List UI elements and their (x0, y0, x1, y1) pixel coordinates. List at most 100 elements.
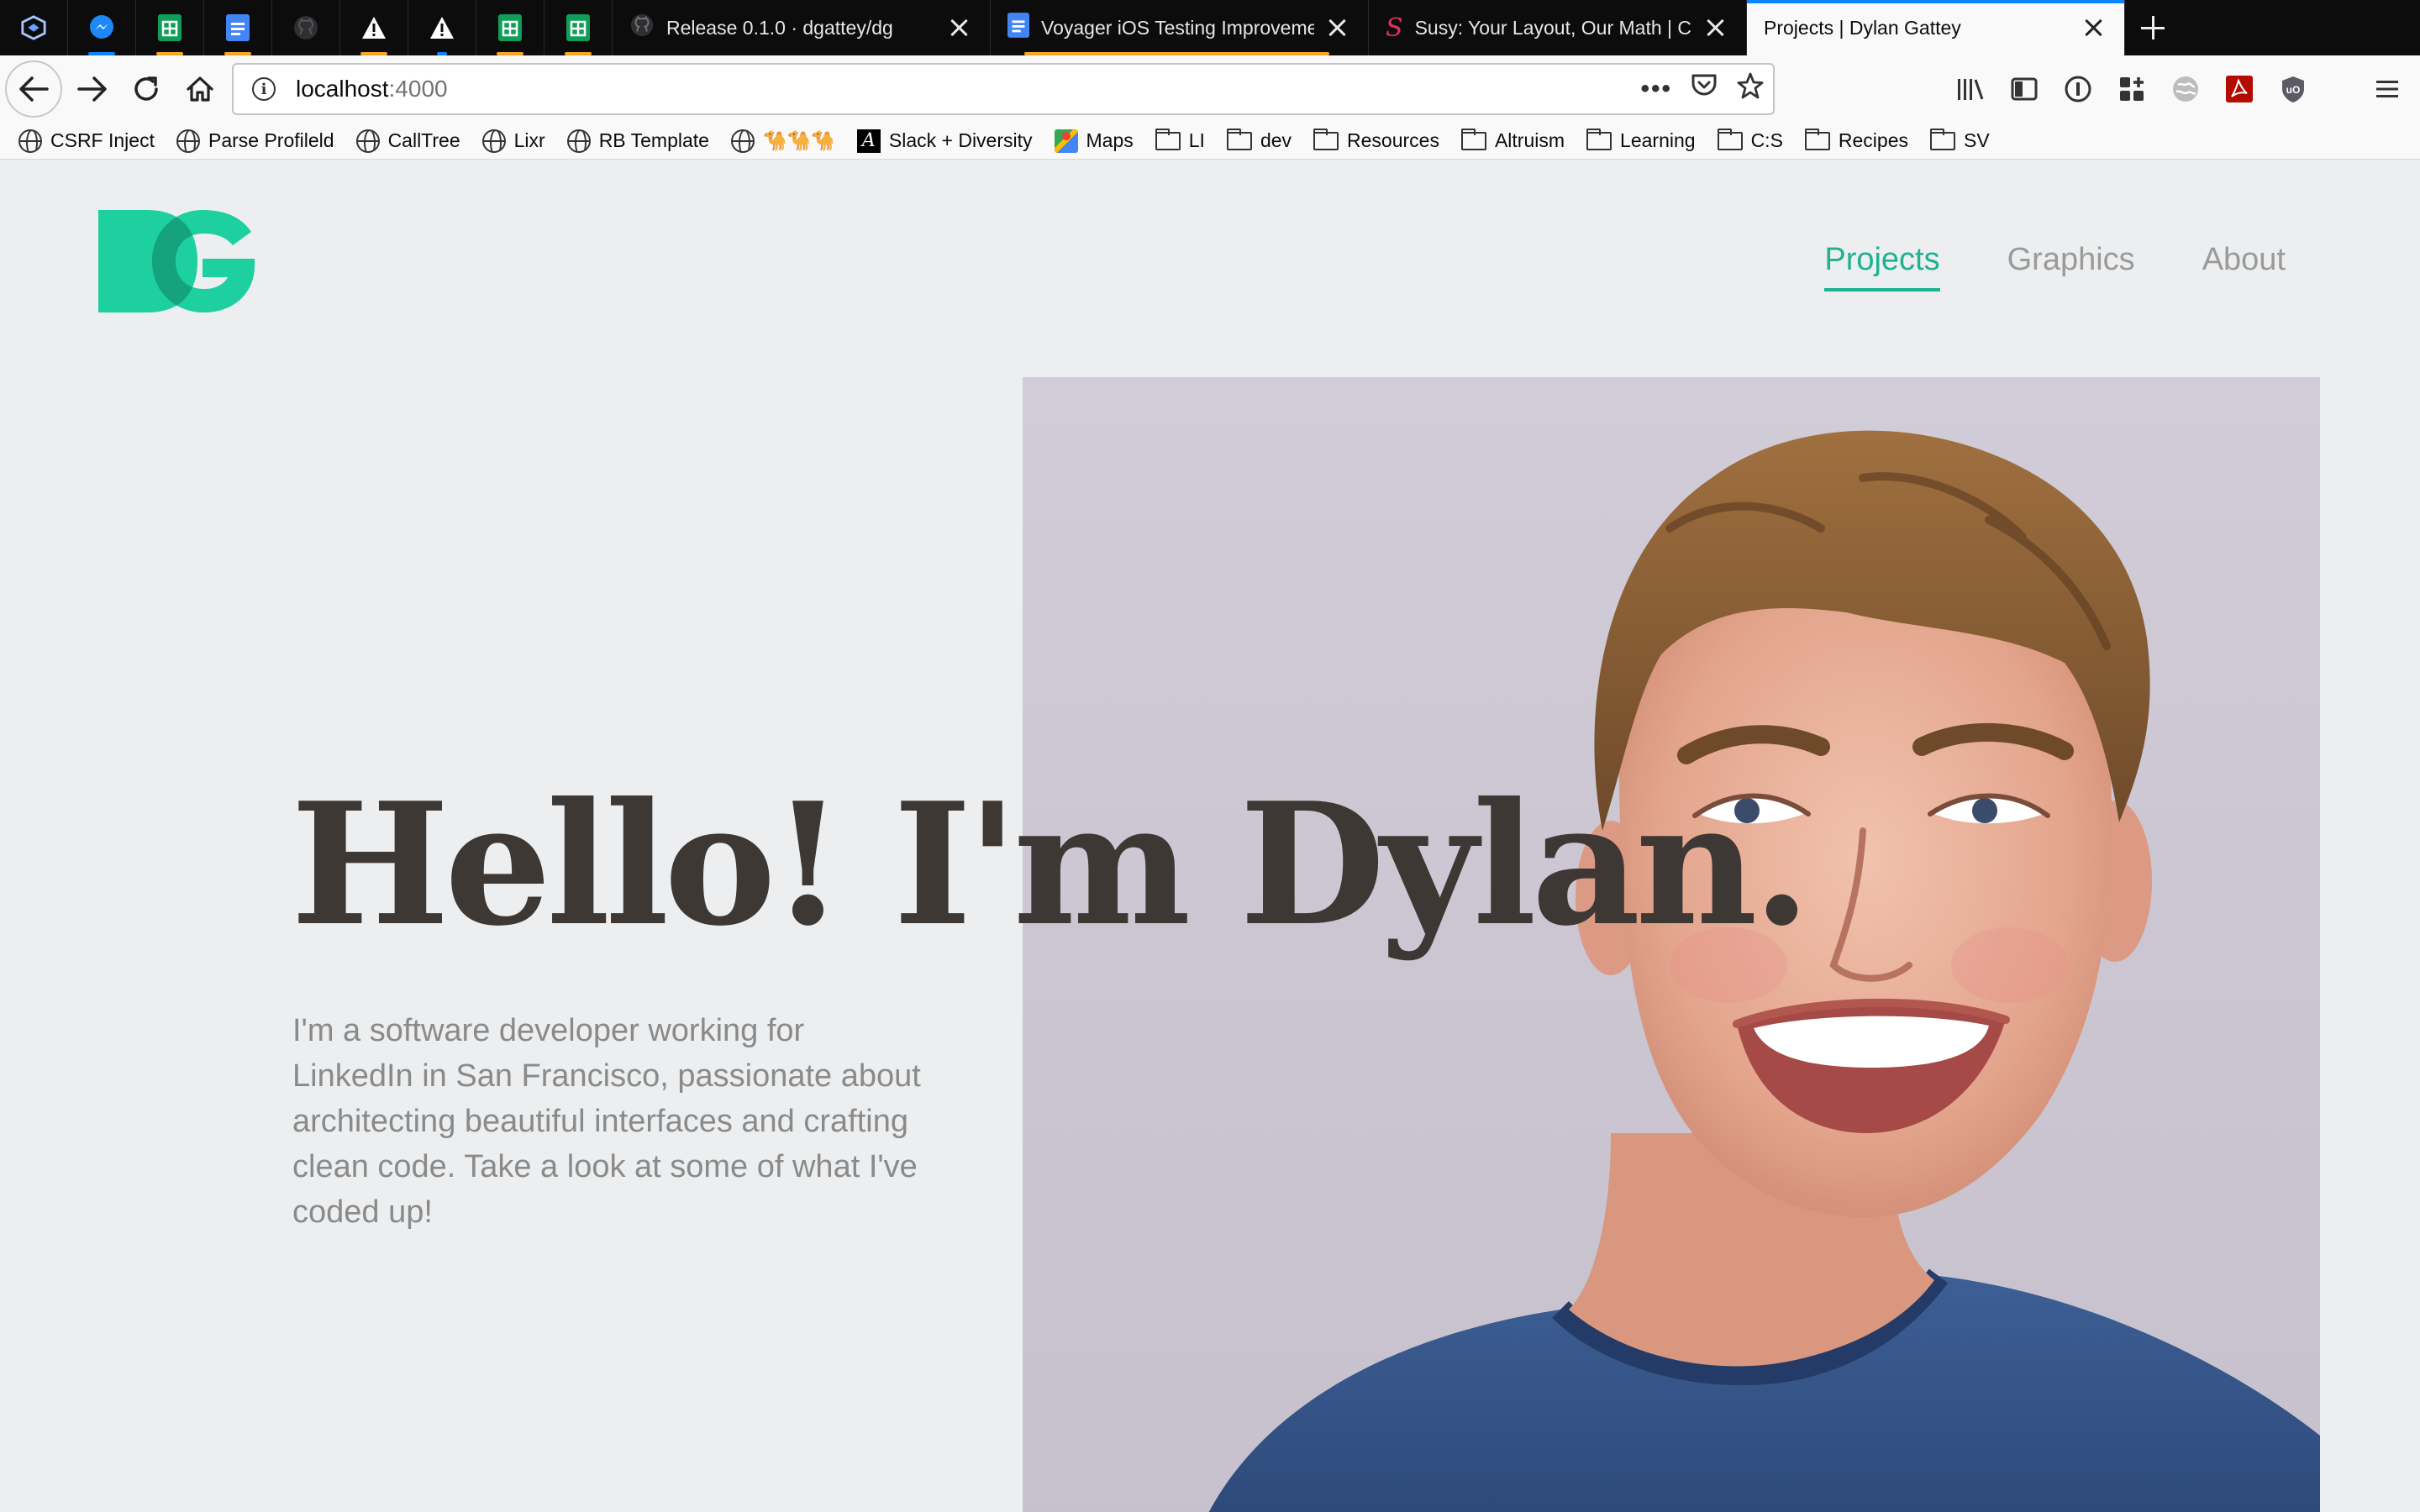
url-text[interactable]: localhost:4000 (296, 76, 448, 102)
hero-headline: Hello! I'm Dylan. (291, 766, 1811, 963)
bookmark-item[interactable]: A Slack + Diversity (856, 129, 1033, 153)
bookmark-item[interactable]: 🐪🐪🐪 (730, 129, 835, 153)
bookmarks-toolbar: CSRF Inject Parse Profileld CallTree Lixr RB… (0, 123, 2420, 160)
ublock-shield-icon[interactable]: uO (2279, 75, 2307, 103)
back-button[interactable] (5, 60, 62, 118)
pinned-tab-github[interactable] (272, 0, 340, 55)
folder-icon (1226, 128, 1252, 150)
susy-icon: S (1386, 13, 1403, 43)
page-actions-icon[interactable]: ••• (1640, 75, 1672, 103)
bookmark-star-icon[interactable] (1736, 71, 1765, 107)
library-icon[interactable] (1956, 75, 1985, 103)
site-info-icon[interactable]: i (252, 77, 276, 101)
bookmark-item[interactable]: CallTree (355, 129, 460, 153)
hamburger-menu-icon[interactable] (2373, 75, 2402, 103)
url-port: :4000 (388, 76, 448, 102)
bookmark-item[interactable]: Altruism (1460, 128, 1565, 152)
nav-graphics[interactable]: Graphics (2007, 242, 2135, 291)
globe-icon (18, 129, 42, 153)
github-icon (292, 14, 319, 41)
home-button[interactable] (173, 62, 227, 116)
tab-voyager[interactable]: Voyager iOS Testing Improveme (991, 0, 1369, 55)
bookmark-label: LI (1188, 129, 1205, 151)
close-tab-icon[interactable] (1702, 15, 1728, 40)
folder-icon (1930, 128, 1956, 150)
bookmark-label: CSRF Inject (50, 129, 155, 151)
apps-grid-icon[interactable] (2118, 75, 2146, 103)
nav-projects[interactable]: Projects (1824, 242, 1940, 291)
pinned-tab-warning-2[interactable] (408, 0, 476, 55)
sidebar-icon[interactable] (2010, 75, 2039, 103)
google-docs-icon (224, 14, 251, 41)
folder-icon (1460, 128, 1486, 150)
bookmark-item[interactable]: Recipes (1804, 128, 1908, 152)
svg-text:uO: uO (2286, 84, 2301, 96)
bookmark-label: RB Template (598, 129, 709, 151)
bookmark-item[interactable]: Parse Profileld (176, 129, 334, 153)
bookmark-item[interactable]: SV (1930, 128, 1990, 152)
site-nav: Projects Graphics About (1824, 242, 2286, 291)
bookmark-label: Lixr (513, 129, 545, 151)
bookmark-label: 🐪🐪🐪 (762, 129, 835, 151)
close-tab-icon[interactable] (2081, 15, 2106, 40)
bookmark-label: Maps (1086, 129, 1134, 151)
pinned-tab-sheets-1[interactable] (136, 0, 204, 55)
close-tab-icon[interactable] (946, 15, 971, 40)
pinned-tab-account-container[interactable] (0, 0, 68, 55)
web-page: Projects Graphics About Hello! I'm Dylan… (0, 160, 2420, 1512)
messenger-icon (88, 14, 115, 41)
bookmark-item[interactable]: Resources (1313, 128, 1439, 152)
tab-release[interactable]: Release 0.1.0 · dgattey/dg (613, 0, 991, 55)
bookmark-label: Learning (1620, 129, 1696, 151)
bookmark-item[interactable]: C:S (1717, 128, 1783, 152)
google-sheets-icon (565, 14, 592, 41)
bookmark-item[interactable]: Lixr (481, 129, 545, 153)
globe-icon (481, 129, 506, 153)
tab-title: Release 0.1.0 · dgattey/dg (666, 16, 893, 39)
pinned-tab-sheets-3[interactable] (544, 0, 613, 55)
bookmark-label: CallTree (387, 129, 460, 151)
intro-paragraph: I'm a software developer working for Lin… (292, 1013, 921, 1230)
github-icon (629, 13, 655, 43)
bookmark-label: dev (1260, 129, 1292, 151)
tab-title: Projects | Dylan Gattey (1764, 16, 1961, 39)
arrow-left-icon (19, 76, 49, 102)
globe-icon (176, 129, 200, 153)
tab-projects-active[interactable]: Projects | Dylan Gattey (1747, 0, 2125, 55)
google-sheets-icon (497, 14, 523, 41)
url-host: localhost (296, 76, 389, 102)
home-icon (187, 76, 213, 102)
close-tab-icon[interactable] (1324, 15, 1349, 40)
bookmark-label: Resources (1347, 129, 1439, 151)
bookmark-label: Parse Profileld (208, 129, 334, 151)
bookmark-item[interactable]: LI (1155, 128, 1205, 152)
pinned-tab-docs[interactable] (204, 0, 272, 55)
bookmark-item[interactable]: CSRF Inject (18, 129, 155, 153)
nav-about[interactable]: About (2202, 242, 2286, 291)
pinned-tab-sheets-2[interactable] (476, 0, 544, 55)
vpn-globe-icon[interactable] (2171, 75, 2200, 103)
new-tab-button[interactable] (2125, 0, 2181, 55)
reload-button[interactable] (119, 62, 173, 116)
pinned-tab-warning-1[interactable] (340, 0, 408, 55)
bookmark-item[interactable]: RB Template (566, 129, 709, 153)
folder-icon (1717, 128, 1743, 150)
bookmark-item[interactable]: dev (1226, 128, 1292, 152)
pocket-icon[interactable] (1691, 73, 1718, 105)
bookmark-item[interactable]: Maps (1054, 129, 1134, 153)
pinned-tab-messenger[interactable] (68, 0, 136, 55)
slack-icon: A (856, 129, 881, 153)
globe-icon (355, 129, 380, 153)
bookmark-item[interactable]: Learning (1586, 128, 1696, 152)
tab-susy[interactable]: S Susy: Your Layout, Our Math | C (1369, 0, 1747, 55)
password-manager-icon[interactable] (2064, 75, 2092, 103)
bookmark-label: SV (1964, 129, 1990, 151)
forward-button[interactable] (66, 62, 119, 116)
bookmark-label: Slack + Diversity (888, 129, 1033, 151)
pdf-extension-icon[interactable] (2225, 75, 2254, 103)
warning-icon (429, 14, 455, 41)
bookmark-label: C:S (1750, 129, 1783, 151)
url-bar[interactable]: i localhost:4000 ••• (232, 63, 1775, 115)
active-tab-indicator (1747, 0, 2124, 3)
dg-logo[interactable] (98, 210, 255, 312)
